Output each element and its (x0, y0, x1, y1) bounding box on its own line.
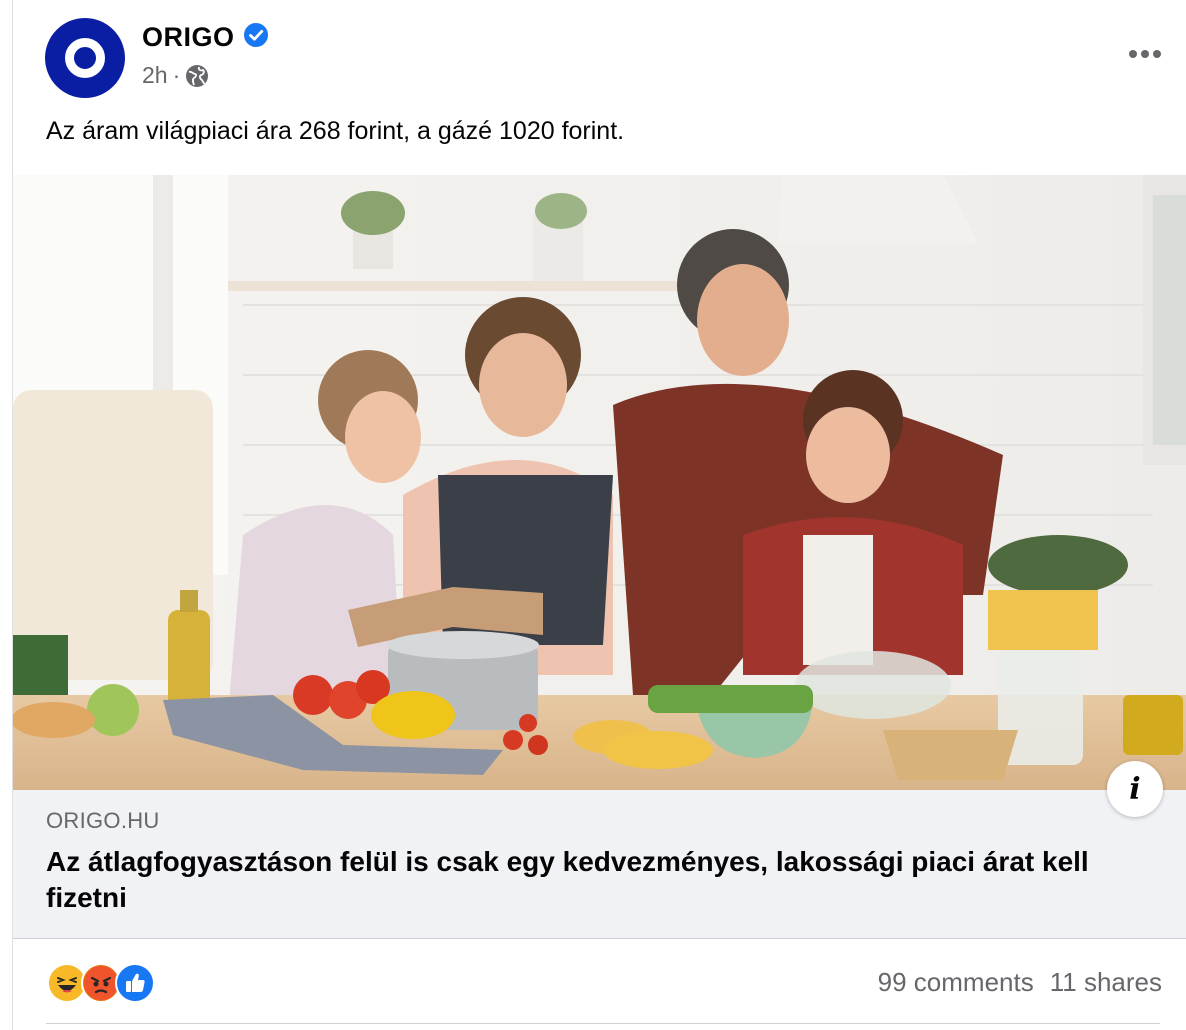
engagement-counts: 99 comments 11 shares (878, 967, 1162, 998)
dot-icon (1129, 50, 1137, 58)
more-options-button[interactable] (1125, 40, 1165, 68)
page-name[interactable]: ORIGO (142, 22, 235, 53)
globe-icon (186, 64, 209, 87)
facebook-post: ORIGO 2h · Az áram világpiaci ára 268 fo… (12, 0, 1186, 1030)
link-preview-image[interactable] (13, 175, 1186, 790)
dot-icon (1141, 50, 1149, 58)
post-text: Az áram világpiaci ára 268 forint, a gáz… (46, 117, 625, 145)
info-icon: i (1129, 771, 1141, 807)
verified-badge-icon (244, 23, 268, 47)
page-avatar[interactable] (45, 18, 125, 98)
reaction-summary[interactable] (47, 963, 167, 1003)
link-title[interactable]: Az átlagfogyasztáson felül is csak egy k… (46, 844, 1146, 916)
link-preview-card[interactable]: ORIGO.HU Az átlagfogyasztáson felül is c… (13, 790, 1186, 939)
post-meta: 2h · (142, 62, 209, 89)
info-button[interactable]: i (1107, 761, 1163, 817)
kitchen-family-photo (13, 175, 1186, 790)
like-icon (115, 963, 155, 1003)
meta-separator: · (172, 62, 181, 88)
comments-count[interactable]: 99 comments (878, 967, 1034, 998)
link-domain: ORIGO.HU (46, 808, 160, 833)
post-time[interactable]: 2h (142, 62, 168, 89)
shares-count[interactable]: 11 shares (1050, 967, 1162, 998)
divider (46, 1023, 1160, 1024)
dot-icon (1153, 50, 1161, 58)
post-header: ORIGO 2h · (45, 18, 1165, 100)
origo-logo-icon (65, 38, 105, 78)
post-footer: 99 comments 11 shares (13, 939, 1186, 1030)
